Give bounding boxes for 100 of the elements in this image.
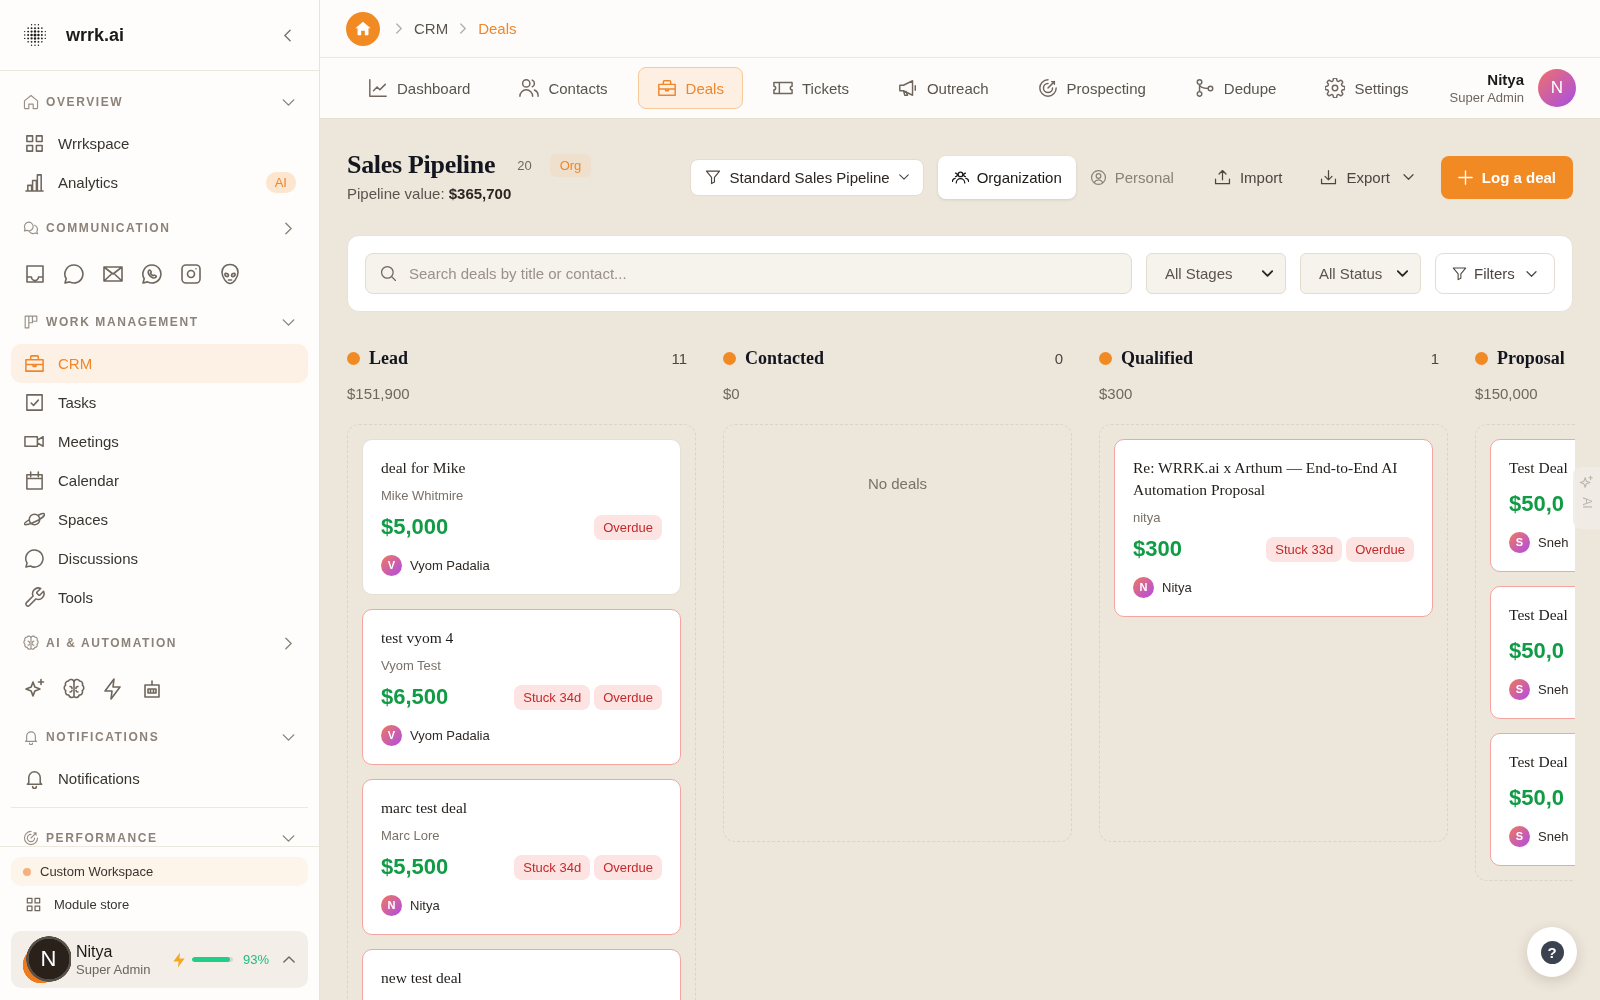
user-card[interactable]: N Nitya Super Admin 93% bbox=[11, 931, 308, 988]
chevron-right-icon bbox=[460, 23, 467, 34]
deal-amount: $6,500 bbox=[381, 684, 449, 710]
avatar: V bbox=[381, 554, 402, 576]
deal-title: Re: WRRK.ai x Arthum — End-to-End AI Automation Proposal bbox=[1133, 458, 1399, 500]
phone-bubble-icon[interactable] bbox=[141, 263, 163, 285]
chevron-down-icon[interactable] bbox=[282, 733, 295, 741]
users-icon bbox=[519, 78, 540, 98]
brain-icon bbox=[23, 635, 39, 651]
dot-icon bbox=[23, 867, 31, 876]
column-title: Lead bbox=[369, 347, 408, 369]
line-chart-icon bbox=[368, 78, 388, 98]
owner-name: Vyom Padalia bbox=[410, 557, 490, 573]
deal-amount: $50,0 bbox=[1509, 638, 1565, 664]
section-heading: WORK MANAGEMENT bbox=[46, 315, 200, 329]
column-count: 11 bbox=[671, 349, 687, 367]
sidebar-item[interactable]: Discussions bbox=[11, 539, 308, 578]
nav-tab[interactable]: Dedupe bbox=[1175, 67, 1296, 109]
section-heading: OVERVIEW bbox=[46, 95, 125, 109]
sidebar-item[interactable]: Meetings bbox=[11, 422, 308, 461]
status-select[interactable]: All Status bbox=[1300, 253, 1421, 294]
nav-tab[interactable]: Settings bbox=[1306, 67, 1428, 109]
section-heading: COMMUNICATION bbox=[46, 221, 172, 235]
sidebar-item[interactable]: Spaces bbox=[11, 500, 308, 539]
deal-card[interactable]: new test deal bbox=[362, 949, 681, 1000]
sparkle-icon bbox=[1579, 475, 1594, 490]
lightning-icon[interactable] bbox=[102, 678, 124, 700]
breadcrumb-link[interactable]: CRM bbox=[414, 20, 449, 37]
deal-amount: $50,0 bbox=[1509, 491, 1565, 517]
deal-card[interactable]: Test Deal $50,0 S Sneh bbox=[1490, 733, 1575, 866]
status-tag: Stuck 33d bbox=[1266, 536, 1343, 562]
status-tag: Stuck 34d bbox=[514, 684, 591, 710]
workspace-item[interactable]: Custom Workspace bbox=[11, 857, 308, 886]
avatar: N bbox=[1133, 576, 1154, 598]
stage-select[interactable]: All Stages bbox=[1146, 253, 1286, 294]
chevron-down-icon[interactable] bbox=[282, 834, 295, 842]
owner-name: Nitya bbox=[1162, 579, 1192, 595]
sidebar-item[interactable]: Calendar bbox=[11, 461, 308, 500]
deal-title: marc test deal bbox=[381, 798, 469, 818]
nav-tab[interactable]: Prospecting bbox=[1018, 67, 1165, 109]
user-name: Nitya bbox=[76, 941, 114, 961]
inbox-icon[interactable] bbox=[24, 263, 46, 285]
bell-icon bbox=[24, 768, 45, 789]
camera-icon[interactable] bbox=[180, 263, 202, 285]
chevron-up-icon[interactable] bbox=[283, 956, 295, 963]
sidebar-item[interactable]: Module store bbox=[11, 886, 308, 923]
sidebar-item[interactable]: Notifications bbox=[11, 759, 308, 798]
nav-tab[interactable]: Contacts bbox=[500, 67, 627, 109]
sidebar-item[interactable]: Analytics AI bbox=[11, 163, 308, 202]
deal-card[interactable]: marc test deal Marc Lore $5,500 Stuck 34d Overdue N Nitya bbox=[362, 779, 681, 935]
import-button[interactable]: Import bbox=[1205, 157, 1291, 197]
column-total: $151,900 bbox=[347, 384, 411, 404]
chevron-down-icon[interactable] bbox=[282, 318, 295, 326]
nav-tab[interactable]: Outreach bbox=[878, 67, 1008, 109]
export-button[interactable]: Export bbox=[1312, 157, 1422, 197]
wrench-icon bbox=[24, 587, 45, 608]
sidebar-item[interactable]: Tools bbox=[11, 578, 308, 617]
deal-card[interactable]: Test Deal $50,0 S Sneh bbox=[1490, 439, 1575, 572]
help-button[interactable]: ? bbox=[1527, 927, 1577, 977]
dot-icon bbox=[347, 351, 360, 365]
deal-contact: Vyom Test bbox=[381, 657, 442, 675]
chevron-down-icon bbox=[1397, 270, 1408, 277]
deal-card[interactable]: deal for Mike Mike Whitmire $5,000 Overdue V Vyom Padalia bbox=[362, 439, 681, 595]
people-icon bbox=[951, 168, 969, 186]
chevron-right-icon[interactable] bbox=[285, 636, 292, 650]
deal-card[interactable]: test vyom 4 Vyom Test $6,500 Stuck 34d Overdue V Vyom Padalia bbox=[362, 609, 681, 765]
deal-title: Test Deal bbox=[1509, 458, 1569, 478]
search-field[interactable]: Search deals by title or contact... bbox=[365, 253, 1132, 294]
avatar[interactable]: N bbox=[1538, 69, 1576, 107]
briefcase-icon bbox=[656, 78, 677, 98]
deal-card[interactable]: Re: WRRK.ai x Arthum — End-to-End AI Automation Proposal nitya $300 Stuck 33d Overdue N Nitya bbox=[1114, 439, 1433, 617]
chevron-down-icon bbox=[1402, 174, 1414, 180]
speech-bubble-icon[interactable] bbox=[63, 263, 85, 285]
chevron-right-icon[interactable] bbox=[285, 221, 292, 235]
usage-percent: 93% bbox=[242, 952, 269, 967]
sidebar-item[interactable]: Tasks bbox=[11, 383, 308, 422]
column-title: Proposal bbox=[1497, 347, 1565, 369]
deal-contact: Mike Whitmire bbox=[381, 487, 465, 505]
chevron-down-icon[interactable] bbox=[282, 98, 295, 106]
brain-icon[interactable] bbox=[63, 678, 85, 700]
view-tab[interactable]: Organization bbox=[937, 155, 1076, 199]
user-name: Nitya bbox=[1487, 70, 1524, 89]
kanban-icon bbox=[23, 314, 39, 330]
lightning-icon bbox=[172, 951, 185, 968]
sidebar-item[interactable]: Wrrkspace bbox=[11, 124, 308, 163]
column-total: $150,000 bbox=[1475, 384, 1539, 404]
robot-icon[interactable] bbox=[141, 678, 163, 700]
sparkle-icon[interactable] bbox=[24, 678, 46, 700]
mail-icon[interactable] bbox=[102, 263, 124, 285]
pipeline-select[interactable]: Standard Sales Pipeline bbox=[689, 158, 924, 196]
deal-card[interactable]: Test Deal $50,0 S Sneh bbox=[1490, 586, 1575, 719]
nav-tab[interactable]: Dashboard bbox=[349, 67, 490, 109]
filters-button[interactable]: Filters bbox=[1435, 253, 1555, 294]
scope-badge: Org bbox=[549, 153, 592, 177]
dot-icon bbox=[1099, 351, 1112, 365]
nav-tab[interactable]: Tickets bbox=[753, 67, 868, 109]
chevron-left-icon[interactable] bbox=[284, 28, 291, 42]
alien-face-icon[interactable] bbox=[219, 263, 241, 285]
column-title: Contacted bbox=[745, 347, 824, 369]
chat-bubbles-icon bbox=[23, 220, 39, 236]
